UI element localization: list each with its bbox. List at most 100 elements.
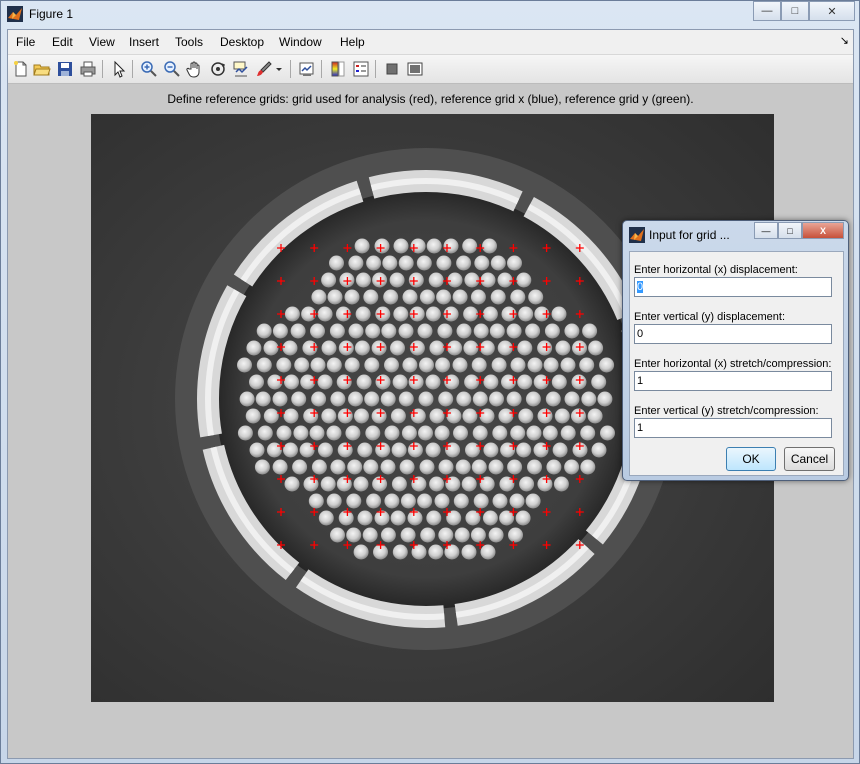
particle <box>553 476 569 492</box>
menu-tools[interactable]: Tools <box>175 35 203 49</box>
particle <box>299 442 315 458</box>
maximize-button[interactable]: □ <box>781 1 809 21</box>
particle <box>510 357 526 373</box>
particle <box>338 510 354 526</box>
particle <box>347 459 363 475</box>
save-icon[interactable] <box>56 60 74 78</box>
particle <box>380 527 396 543</box>
particle <box>591 442 607 458</box>
minimize-button[interactable]: — <box>753 1 781 21</box>
particle <box>582 323 598 339</box>
particle <box>317 306 333 322</box>
particle <box>443 238 459 254</box>
particle <box>276 357 292 373</box>
hide-plot-tools-icon[interactable] <box>383 60 401 78</box>
particle <box>482 238 497 254</box>
particle <box>537 408 553 424</box>
particle <box>237 425 253 441</box>
dock-arrow-icon[interactable]: ↘ <box>840 34 849 47</box>
particle <box>498 408 514 424</box>
particle <box>483 374 499 390</box>
menu-desktop[interactable]: Desktop <box>220 35 264 49</box>
ok-button[interactable]: OK <box>726 447 776 471</box>
particle <box>399 459 415 475</box>
dialog-close-button[interactable]: X <box>802 222 844 239</box>
particle <box>380 459 396 475</box>
pan-hand-icon[interactable] <box>186 60 204 78</box>
y-stretch-input[interactable]: 1 <box>634 418 832 438</box>
particle <box>560 357 576 373</box>
title-bar[interactable]: Figure 1 — □ ✕ <box>1 1 859 27</box>
particle <box>393 306 409 322</box>
brush-dropdown-icon[interactable] <box>274 60 284 78</box>
open-file-icon[interactable] <box>33 60 51 78</box>
cancel-button[interactable]: Cancel <box>784 447 835 471</box>
particle <box>425 374 441 390</box>
particle <box>425 442 441 458</box>
particle <box>263 340 279 356</box>
x-displacement-input[interactable]: 0 <box>634 277 832 297</box>
particle <box>375 442 391 458</box>
dialog-maximize-button[interactable]: □ <box>778 222 802 239</box>
particle <box>354 238 370 254</box>
particle <box>499 510 515 526</box>
particle <box>401 425 417 441</box>
particle <box>544 323 560 339</box>
data-cursor-icon[interactable] <box>232 60 250 78</box>
particle <box>580 425 596 441</box>
particle <box>353 476 369 492</box>
particle <box>426 238 442 254</box>
particle <box>390 408 406 424</box>
particle <box>438 391 454 407</box>
close-icon: ✕ <box>827 5 837 18</box>
particle <box>257 425 273 441</box>
particle <box>473 323 489 339</box>
particle <box>525 323 541 339</box>
particle <box>272 459 288 475</box>
new-figure-icon[interactable] <box>12 60 30 78</box>
menu-help[interactable]: Help <box>340 35 365 49</box>
particle <box>506 323 522 339</box>
particle <box>327 289 343 305</box>
particle <box>383 289 399 305</box>
particle <box>510 289 526 305</box>
particle <box>372 272 388 288</box>
menu-edit[interactable]: Edit <box>52 35 73 49</box>
zoom-out-icon[interactable] <box>163 60 181 78</box>
x-stretch-input[interactable]: 1 <box>634 371 832 391</box>
toolbar-separator <box>102 60 103 78</box>
particle <box>470 289 486 305</box>
particle <box>461 476 477 492</box>
particle <box>409 340 425 356</box>
menu-insert[interactable]: Insert <box>129 35 159 49</box>
particle <box>346 527 362 543</box>
rotate-3d-icon[interactable] <box>209 60 227 78</box>
link-plot-icon[interactable] <box>298 60 316 78</box>
particle <box>588 340 604 356</box>
particle <box>400 493 416 509</box>
legend-icon[interactable] <box>352 60 370 78</box>
close-button[interactable]: ✕ <box>809 1 855 21</box>
particle <box>249 442 265 458</box>
brush-icon[interactable] <box>255 60 273 78</box>
y-stretch-value: 1 <box>637 422 644 434</box>
particle <box>463 306 479 322</box>
pointer-icon[interactable] <box>110 60 128 78</box>
particle <box>337 442 353 458</box>
particle <box>371 340 387 356</box>
particle <box>417 493 433 509</box>
particle <box>329 323 345 339</box>
menu-view[interactable]: View <box>89 35 115 49</box>
show-plot-tools-icon[interactable] <box>406 60 424 78</box>
menu-file[interactable]: File <box>16 35 35 49</box>
y-displacement-input[interactable]: 0 <box>634 324 832 344</box>
dialog-minimize-button[interactable]: — <box>754 222 778 239</box>
colorbar-icon[interactable] <box>329 60 347 78</box>
menu-window[interactable]: Window <box>279 35 322 49</box>
print-icon[interactable] <box>79 60 97 78</box>
y-displacement-value: 0 <box>637 328 644 340</box>
particle <box>375 374 391 390</box>
zoom-in-icon[interactable] <box>140 60 158 78</box>
particle <box>471 357 487 373</box>
particle <box>365 425 381 441</box>
